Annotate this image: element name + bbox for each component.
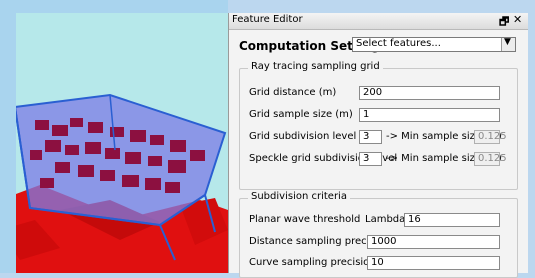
grid-sample-size-label: Grid sample size (m) xyxy=(249,109,353,120)
distance-precision-input[interactable]: 1000 xyxy=(367,235,500,249)
panel-titlebar[interactable]: Feature Editor 🗗 ✕ xyxy=(229,13,528,30)
curve-precision-input[interactable]: 10 xyxy=(367,256,500,270)
feature-select-value: Select features... xyxy=(356,38,441,49)
feature-select[interactable]: Select features... ▼ xyxy=(352,37,516,52)
min-sample-output: 0.125 xyxy=(474,130,507,144)
group-title: Subdivision criteria xyxy=(248,191,350,202)
grid-distance-input[interactable]: 200 xyxy=(359,86,500,100)
feature-editor-panel: Feature Editor 🗗 ✕ Computation Settings … xyxy=(228,13,528,278)
group-title: Ray tracing sampling grid xyxy=(248,61,383,72)
planar-threshold-input[interactable]: 16 xyxy=(404,213,500,227)
viewport-frame xyxy=(0,0,228,273)
chevron-down-icon[interactable]: ▼ xyxy=(501,37,515,51)
grid-sample-size-input[interactable]: 1 xyxy=(359,108,500,122)
close-icon[interactable]: ✕ xyxy=(513,13,522,26)
planar-threshold-label: Planar wave threshold xyxy=(249,214,361,225)
3d-viewport[interactable] xyxy=(0,0,228,273)
speckle-subdivision-input[interactable]: 3 xyxy=(359,152,382,166)
ray-tracing-group: Ray tracing sampling grid Grid distance … xyxy=(239,61,518,190)
grid-subdivision-input[interactable]: 3 xyxy=(359,130,382,144)
grid-subdivision-label: Grid subdivision level xyxy=(249,131,357,142)
panel-title: Feature Editor xyxy=(232,14,303,25)
subdivision-group: Subdivision criteria Planar wave thresho… xyxy=(239,191,518,278)
min-sample-output: 0.125 xyxy=(474,152,507,166)
panel-content: Computation Settings Select features... … xyxy=(229,30,528,278)
grid-distance-label: Grid distance (m) xyxy=(249,87,337,98)
